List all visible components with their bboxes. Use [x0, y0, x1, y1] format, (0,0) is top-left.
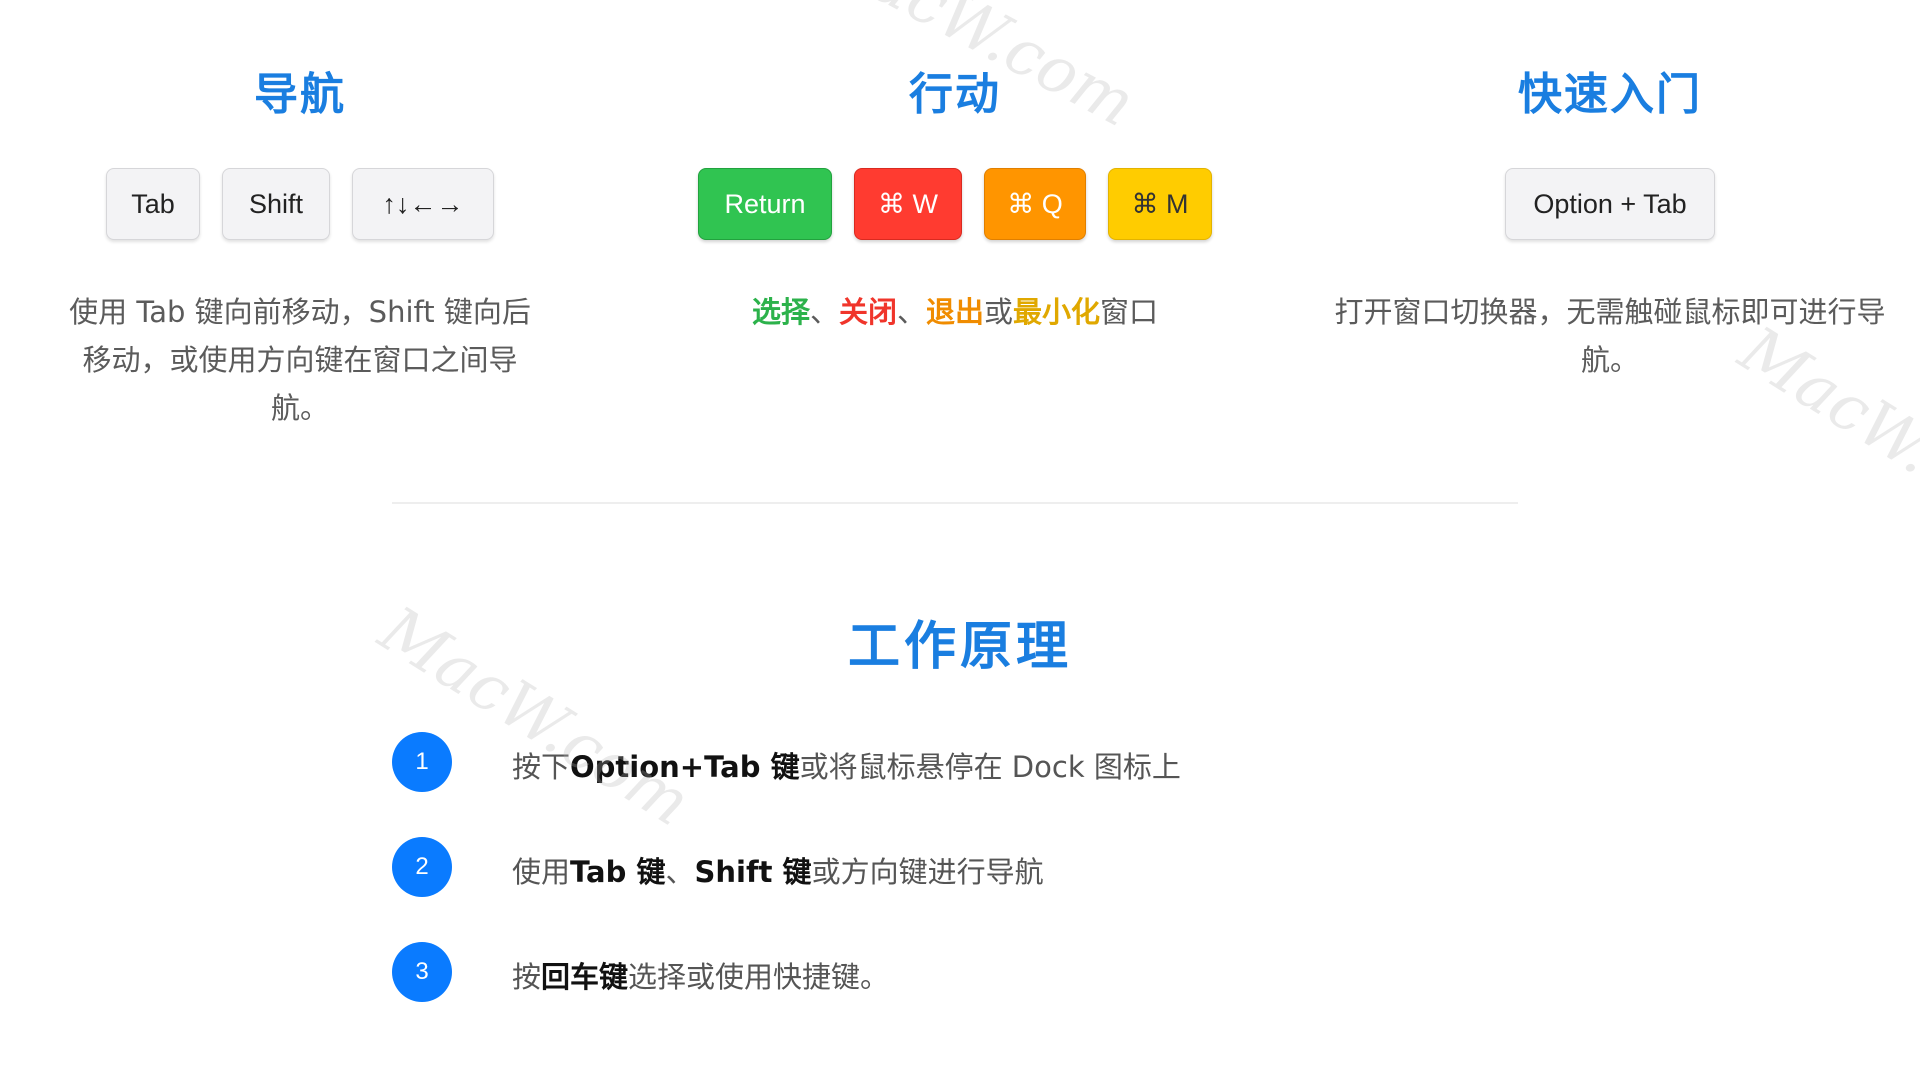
- return-key: Return: [698, 168, 832, 240]
- page: 导航 Tab Shift ↑↓←→ 使用 Tab 键向前移动，Shift 键向后…: [0, 0, 1920, 1080]
- close-window-key: ⌘ W: [854, 168, 962, 240]
- step-text-bold: Shift 键: [694, 855, 812, 889]
- section-divider: [392, 502, 1518, 504]
- step-text-part: 选择或使用快捷键。: [628, 960, 890, 994]
- separator: 、: [809, 295, 839, 329]
- quit-word: 退出: [926, 295, 985, 329]
- step-text: 按下Option+Tab 键或将鼠标悬停在 Dock 图标上: [512, 744, 1181, 786]
- close-word: 关闭: [838, 295, 897, 329]
- step-text-part: 按下: [512, 750, 571, 784]
- minimize-word: 最小化: [1013, 295, 1101, 329]
- arrow-keys: ↑↓←→: [352, 168, 494, 240]
- step-text-bold: 回车键: [541, 960, 629, 994]
- list-item: 2 使用Tab 键、Shift 键或方向键进行导航: [392, 837, 1592, 897]
- actions-description: 选择、关闭、退出或最小化窗口: [680, 288, 1230, 336]
- actions-title: 行动: [909, 69, 1001, 120]
- step-text-bold: Option+Tab 键: [570, 750, 800, 784]
- feature-columns: 导航 Tab Shift ↑↓←→ 使用 Tab 键向前移动，Shift 键向后…: [0, 0, 1920, 425]
- quick-start-title: 快速入门: [1518, 69, 1702, 120]
- select-word: 选择: [751, 295, 810, 329]
- shift-key: Shift: [222, 168, 330, 240]
- step-text-part: 、: [665, 855, 695, 889]
- separator: 、: [896, 295, 926, 329]
- step-number-badge: 2: [392, 837, 452, 897]
- quick-start-description: 打开窗口切换器，无需触碰鼠标即可进行导航。: [1334, 295, 1886, 377]
- step-text-part: 或将鼠标悬停在 Dock 图标上: [799, 750, 1181, 784]
- step-number-badge: 1: [392, 732, 452, 792]
- navigation-keys: Tab Shift ↑↓←→: [40, 168, 560, 240]
- or-word: 或: [984, 295, 1014, 329]
- step-number-badge: 3: [392, 942, 452, 1002]
- step-text-part: 按: [512, 960, 542, 994]
- quick-start-keys: Option + Tab: [1320, 168, 1900, 240]
- steps-list: 1 按下Option+Tab 键或将鼠标悬停在 Dock 图标上 2 使用Tab…: [392, 732, 1592, 1047]
- minimize-key: ⌘ M: [1108, 168, 1212, 240]
- step-text-bold: Tab 键: [570, 855, 666, 889]
- tab-key: Tab: [106, 168, 200, 240]
- list-item: 1 按下Option+Tab 键或将鼠标悬停在 Dock 图标上: [392, 732, 1592, 792]
- quit-key: ⌘ Q: [984, 168, 1086, 240]
- step-text-part: 或方向键进行导航: [811, 855, 1044, 889]
- option-tab-key: Option + Tab: [1505, 168, 1715, 240]
- step-text-part: 使用: [512, 855, 571, 889]
- action-keys: Return ⌘ W ⌘ Q ⌘ M: [680, 168, 1230, 240]
- navigation-description: 使用 Tab 键向前移动，Shift 键向后移动，或使用方向键在窗口之间导航。: [69, 295, 531, 425]
- list-item: 3 按回车键选择或使用快捷键。: [392, 942, 1592, 1002]
- step-text: 使用Tab 键、Shift 键或方向键进行导航: [512, 849, 1044, 891]
- window-word: 窗口: [1100, 295, 1159, 329]
- navigation-title: 导航: [254, 69, 346, 120]
- step-text: 按回车键选择或使用快捷键。: [512, 954, 889, 996]
- how-it-works-title: 工作原理: [847, 617, 1072, 677]
